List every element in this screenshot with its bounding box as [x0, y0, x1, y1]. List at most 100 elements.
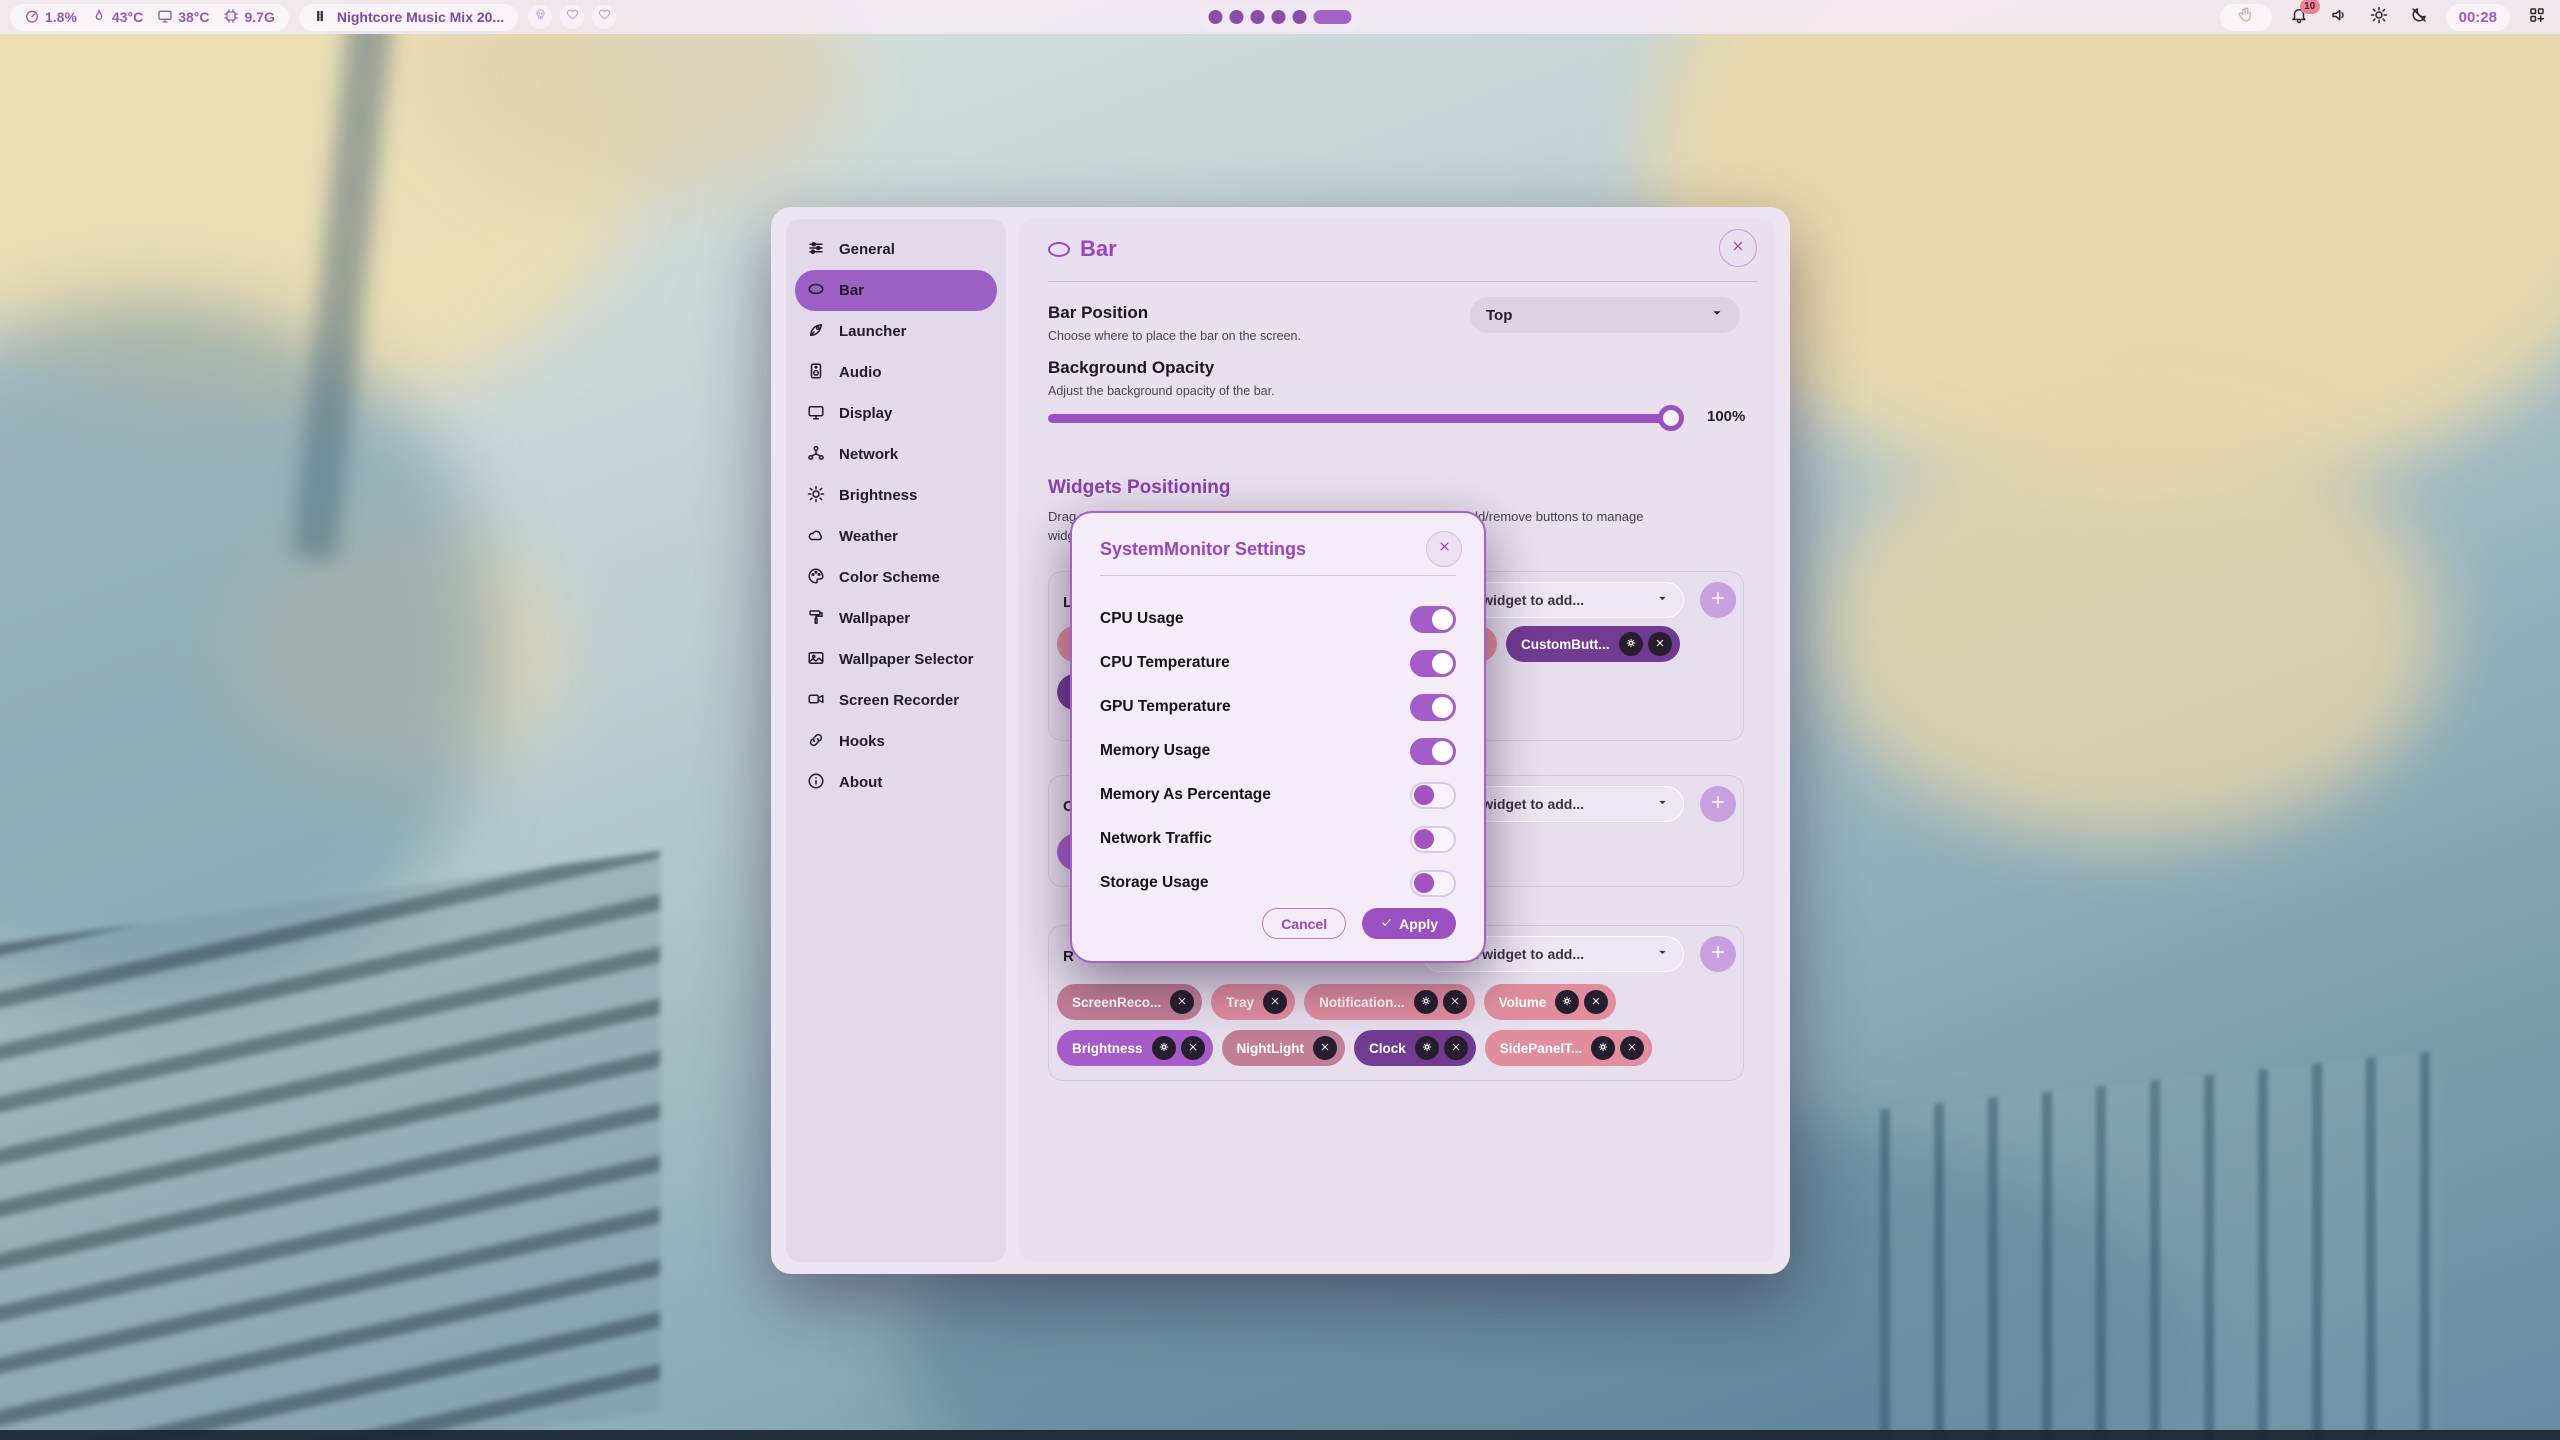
- overview-button[interactable]: [2524, 4, 2550, 30]
- widget-chip-label: NightLight: [1237, 1041, 1304, 1056]
- toggle-memory-as-percentage[interactable]: [1410, 782, 1456, 809]
- heart-icon: [566, 8, 579, 26]
- widget-remove-button[interactable]: [1313, 1036, 1337, 1060]
- workspace-dot[interactable]: [1230, 10, 1244, 24]
- widget-chip[interactable]: CustomButt...: [1506, 626, 1680, 662]
- sidebar-item-about[interactable]: About: [795, 762, 997, 803]
- cancel-button[interactable]: Cancel: [1262, 908, 1346, 939]
- sidebar-item-wallpaper[interactable]: Wallpaper: [795, 598, 997, 639]
- widget-remove-button[interactable]: [1170, 990, 1194, 1014]
- tray-app-button[interactable]: [2220, 4, 2272, 31]
- workspace-dot[interactable]: [1251, 10, 1265, 24]
- widget-settings-button[interactable]: [1152, 1036, 1176, 1060]
- rocket-icon: [807, 321, 825, 343]
- heart-icon-button[interactable]: [592, 5, 616, 29]
- sidebar-item-brightness[interactable]: Brightness: [795, 475, 997, 516]
- widget-chip[interactable]: ScreenReco...: [1057, 984, 1202, 1020]
- sidebar-item-wallpaper-selector[interactable]: Wallpaper Selector: [795, 639, 997, 680]
- slider-track[interactable]: [1048, 414, 1682, 423]
- widget-settings-button[interactable]: [1555, 990, 1579, 1014]
- apply-label: Apply: [1399, 916, 1438, 932]
- widget-remove-button[interactable]: [1444, 1036, 1468, 1060]
- sidebar-item-audio[interactable]: Audio: [795, 352, 997, 393]
- widget-remove-button[interactable]: [1620, 1036, 1644, 1060]
- add-widget-button[interactable]: [1700, 582, 1736, 618]
- toggle-network-traffic[interactable]: [1410, 826, 1456, 853]
- widget-settings-button[interactable]: [1619, 632, 1643, 656]
- add-widget-button[interactable]: [1700, 936, 1736, 972]
- widget-remove-button[interactable]: [1443, 990, 1467, 1014]
- widget-remove-button[interactable]: [1648, 632, 1672, 656]
- status-bar-right: 10 00:28: [2220, 0, 2550, 34]
- sidebar-item-screen-recorder[interactable]: Screen Recorder: [795, 680, 997, 721]
- widget-remove-button[interactable]: [1181, 1036, 1205, 1060]
- sidebar-item-label: Hooks: [839, 733, 885, 750]
- gear-icon: [1158, 1041, 1170, 1056]
- widget-chip[interactable]: Tray: [1211, 984, 1295, 1020]
- slider-thumb[interactable]: [1658, 405, 1684, 431]
- skull-icon-button[interactable]: [528, 5, 552, 29]
- toggle-knob: [1432, 741, 1453, 762]
- sidebar-item-bar[interactable]: Bar: [795, 270, 997, 311]
- apply-button[interactable]: Apply: [1362, 908, 1456, 939]
- oval-icon: [807, 280, 825, 302]
- toggle-cpu-usage[interactable]: [1410, 606, 1456, 633]
- widget-settings-button[interactable]: [1415, 1036, 1439, 1060]
- widget-settings-button[interactable]: [1591, 1036, 1615, 1060]
- heart-icon-button[interactable]: [560, 5, 584, 29]
- desktop: 1.8%43°C38°C9.7G Nightcore Music Mix 20.…: [0, 0, 2560, 1440]
- pause-icon[interactable]: [313, 9, 327, 26]
- widget-chip[interactable]: Notification...: [1304, 984, 1475, 1020]
- sidebar-item-network[interactable]: Network: [795, 434, 997, 475]
- workspace-dot[interactable]: [1293, 10, 1307, 24]
- workspace-indicator[interactable]: [1200, 4, 1361, 31]
- toggle-storage-usage[interactable]: [1410, 870, 1456, 897]
- sidebar-item-display[interactable]: Display: [795, 393, 997, 434]
- toggle-label: CPU Temperature: [1100, 654, 1230, 672]
- clock[interactable]: 00:28: [2446, 4, 2510, 31]
- widget-chip[interactable]: SidePanelT...: [1485, 1030, 1653, 1066]
- oval-icon: [1048, 242, 1070, 257]
- widget-remove-button[interactable]: [1263, 990, 1287, 1014]
- sidebar-item-hooks[interactable]: Hooks: [795, 721, 997, 762]
- widget-remove-button[interactable]: [1584, 990, 1608, 1014]
- widget-chip[interactable]: Brightness: [1057, 1030, 1213, 1066]
- close-dialog-button[interactable]: [1426, 531, 1462, 567]
- workspace-active[interactable]: [1314, 10, 1352, 24]
- workspace-dot[interactable]: [1272, 10, 1286, 24]
- bar-position-dropdown[interactable]: Top: [1470, 297, 1740, 333]
- night-light-button[interactable]: [2406, 4, 2432, 30]
- sidebar-item-color-scheme[interactable]: Color Scheme: [795, 557, 997, 598]
- close-settings-button[interactable]: [1719, 229, 1757, 267]
- background-opacity-slider[interactable]: [1048, 405, 1682, 431]
- widget-chip[interactable]: Volume: [1484, 984, 1617, 1020]
- toggle-row: Storage Usage: [1100, 861, 1456, 905]
- cloud-icon: [807, 526, 825, 548]
- stat-value: 43°C: [112, 9, 143, 25]
- toggle-memory-usage[interactable]: [1410, 738, 1456, 765]
- widget-settings-button[interactable]: [1414, 990, 1438, 1014]
- sidebar-item-label: Color Scheme: [839, 569, 940, 586]
- sidebar-item-general[interactable]: General: [795, 229, 997, 270]
- close-icon: [1450, 1041, 1462, 1056]
- add-widget-button[interactable]: [1700, 786, 1736, 822]
- sun-icon: [2370, 6, 2388, 29]
- widget-chip[interactable]: NightLight: [1222, 1030, 1345, 1066]
- stat-chip-icon: 9.7G: [223, 8, 274, 27]
- toggle-gpu-temperature[interactable]: [1410, 694, 1456, 721]
- wallpaper-railing: [1880, 1051, 2440, 1440]
- grid-plus-icon: [2528, 6, 2546, 29]
- volume-button[interactable]: [2326, 4, 2352, 30]
- workspace-dot[interactable]: [1209, 10, 1223, 24]
- sidebar-item-launcher[interactable]: Launcher: [795, 311, 997, 352]
- toggle-row: Memory Usage: [1100, 729, 1456, 773]
- toggle-cpu-temperature[interactable]: [1410, 650, 1456, 677]
- media-player-pill[interactable]: Nightcore Music Mix 20...: [299, 4, 518, 31]
- brightness-button[interactable]: [2366, 4, 2392, 30]
- widget-chip[interactable]: Clock: [1354, 1030, 1476, 1066]
- flame-icon: [91, 8, 107, 27]
- notifications-button[interactable]: 10: [2286, 4, 2312, 30]
- image-icon: [807, 649, 825, 671]
- chevron-down-icon: [1710, 306, 1724, 324]
- sidebar-item-weather[interactable]: Weather: [795, 516, 997, 557]
